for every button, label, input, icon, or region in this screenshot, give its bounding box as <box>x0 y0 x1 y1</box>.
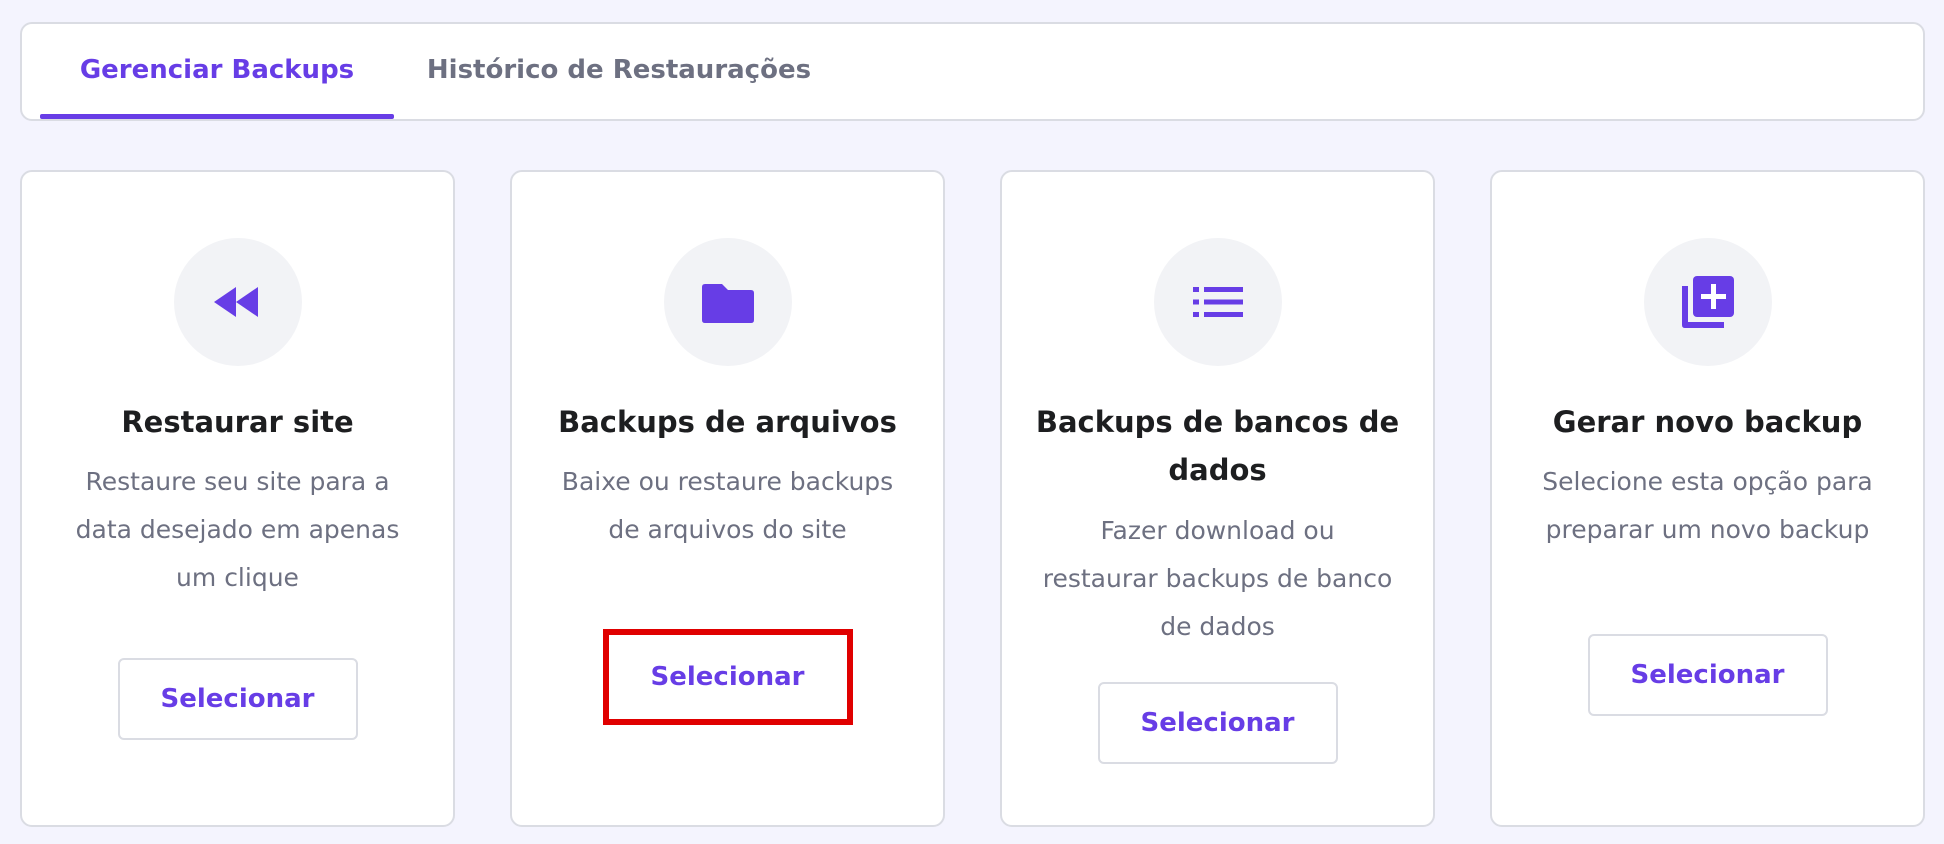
rewind-icon <box>173 238 302 366</box>
card-backups-bancos-dados: Backups de bancos de dados Fazer downloa… <box>1000 170 1435 827</box>
card-title: Backups de arquivos <box>558 405 897 439</box>
select-button-restaurar[interactable]: Selecionar <box>117 658 358 740</box>
tab-historico-restauracoes[interactable]: Histórico de Restaurações <box>394 24 844 119</box>
add-copy-icon <box>1643 238 1772 366</box>
card-gerar-novo-backup: Gerar novo backup Selecione esta opção p… <box>1490 170 1925 827</box>
select-button-gerar[interactable]: Selecionar <box>1587 634 1828 716</box>
card-restaurar-site: Restaurar site Restaure seu site para a … <box>20 170 455 827</box>
tab-gerenciar-backups[interactable]: Gerenciar Backups <box>40 24 394 119</box>
backup-options: Restaurar site Restaure seu site para a … <box>20 170 1925 827</box>
card-description: Selecione esta opção para preparar um no… <box>1542 467 1873 544</box>
select-button-arquivos[interactable]: Selecionar <box>602 629 853 725</box>
card-title: Restaurar site <box>121 405 354 439</box>
card-description: Restaure seu site para a data desejado e… <box>75 467 400 592</box>
card-backups-arquivos: Backups de arquivos Baixe ou restaure ba… <box>510 170 945 827</box>
card-description: Fazer download ou restaurar backups de b… <box>1042 516 1393 641</box>
card-title: Gerar novo backup <box>1552 405 1863 439</box>
tabs-bar: Gerenciar Backups Histórico de Restauraç… <box>20 22 1925 121</box>
list-icon <box>1153 238 1282 366</box>
folder-icon <box>663 238 792 366</box>
card-description: Baixe ou restaure backups de arquivos do… <box>561 467 894 544</box>
card-title: Backups de bancos de dados <box>1035 405 1400 487</box>
select-button-bancos[interactable]: Selecionar <box>1097 682 1338 764</box>
